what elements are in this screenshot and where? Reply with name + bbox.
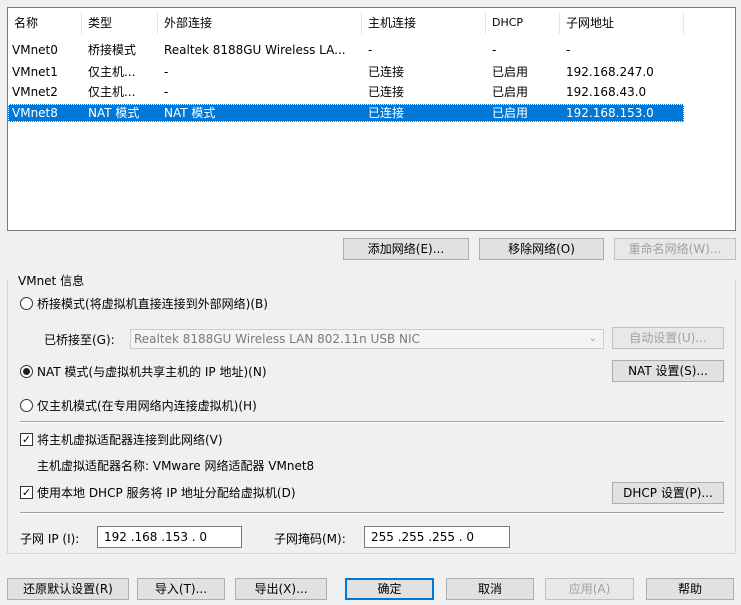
auto-settings-button[interactable]: 自动设置(U)... bbox=[612, 327, 724, 349]
cell-dhcp: 已启用 bbox=[492, 106, 529, 120]
cell-subnet: - bbox=[566, 43, 571, 57]
vmnet-info-title: VMnet 信息 bbox=[15, 272, 88, 289]
column-header-type[interactable]: 类型 bbox=[82, 12, 158, 34]
dhcp-label[interactable]: 使用本地 DHCP 服务将 IP 地址分配给虚拟机(D) bbox=[37, 484, 296, 501]
cell-external: - bbox=[164, 65, 169, 79]
cell-host: 已连接 bbox=[368, 65, 405, 79]
cell-type: NAT 模式 bbox=[88, 106, 140, 120]
chevron-down-icon: ⌄ bbox=[588, 333, 597, 344]
cell-type: 仅主机... bbox=[88, 65, 136, 79]
table-row-vmnet1[interactable]: VMnet1 仅主机... - 已连接 已启用 192.168.247.0 bbox=[8, 64, 684, 80]
host-only-label[interactable]: 仅主机模式(在专用网络内连接虚拟机)(H) bbox=[37, 397, 257, 414]
remove-network-button[interactable]: 移除网络(O) bbox=[479, 238, 604, 260]
column-header-host[interactable]: 主机连接 bbox=[362, 12, 486, 34]
cell-dhcp: 已启用 bbox=[492, 65, 529, 79]
column-header-external[interactable]: 外部连接 bbox=[158, 12, 362, 34]
table-row-vmnet8[interactable]: VMnet8 NAT 模式 NAT 模式 已连接 已启用 192.168.153… bbox=[8, 104, 684, 122]
bridged-to-label: 已桥接至(G): bbox=[44, 333, 115, 347]
cell-external: Realtek 8188GU Wireless LA... bbox=[164, 43, 346, 57]
nat-label[interactable]: NAT 模式(与虚拟机共享主机的 IP 地址)(N) bbox=[37, 363, 267, 380]
column-header-subnet[interactable]: 子网地址 bbox=[560, 12, 684, 34]
ok-button[interactable]: 确定 bbox=[345, 578, 434, 600]
connect-adapter-label[interactable]: 将主机虚拟适配器连接到此网络(V) bbox=[37, 431, 223, 448]
rename-network-button[interactable]: 重命名网络(W)... bbox=[614, 238, 736, 260]
cell-type: 仅主机... bbox=[88, 85, 136, 99]
cell-host: 已连接 bbox=[368, 106, 405, 120]
adapter-name-text: 主机虚拟适配器名称: VMware 网络适配器 VMnet8 bbox=[37, 459, 315, 473]
subnet-ip-field[interactable]: 192 .168 .153 . 0 bbox=[97, 526, 242, 548]
export-button[interactable]: 导出(X)... bbox=[235, 578, 327, 600]
table-row-vmnet0[interactable]: VMnet0 桥接模式 Realtek 8188GU Wireless LA..… bbox=[8, 42, 684, 58]
bridged-label[interactable]: 桥接模式(将虚拟机直接连接到外部网络)(B) bbox=[37, 295, 268, 312]
import-button[interactable]: 导入(T)... bbox=[137, 578, 225, 600]
cell-name: VMnet8 bbox=[12, 106, 58, 120]
nat-radio[interactable] bbox=[20, 365, 33, 378]
help-button[interactable]: 帮助 bbox=[646, 578, 734, 600]
connect-adapter-checkbox[interactable]: ✓ bbox=[20, 433, 33, 446]
bridged-to-select[interactable]: Realtek 8188GU Wireless LAN 802.11n USB … bbox=[130, 329, 604, 349]
cell-subnet: 192.168.153.0 bbox=[566, 106, 654, 120]
cell-name: VMnet0 bbox=[12, 43, 58, 57]
cell-subnet: 192.168.43.0 bbox=[566, 85, 647, 99]
network-table[interactable]: 名称 类型 外部连接 主机连接 DHCP 子网地址 VMnet0 桥接模式 Re… bbox=[7, 7, 736, 231]
dhcp-checkbox[interactable]: ✓ bbox=[20, 486, 33, 499]
column-header-name[interactable]: 名称 bbox=[8, 12, 82, 34]
host-only-radio[interactable] bbox=[20, 399, 33, 412]
table-row-vmnet2[interactable]: VMnet2 仅主机... - 已连接 已启用 192.168.43.0 bbox=[8, 84, 684, 100]
subnet-ip-label: 子网 IP (I): bbox=[20, 532, 80, 546]
bridged-to-value: Realtek 8188GU Wireless LAN 802.11n USB … bbox=[134, 332, 420, 346]
cell-type: 桥接模式 bbox=[88, 43, 137, 57]
bridged-radio[interactable] bbox=[20, 297, 33, 310]
cell-name: VMnet1 bbox=[12, 65, 58, 79]
restore-defaults-button[interactable]: 还原默认设置(R) bbox=[7, 578, 129, 600]
cell-host: - bbox=[368, 43, 373, 57]
divider bbox=[20, 512, 724, 514]
cell-subnet: 192.168.247.0 bbox=[566, 65, 654, 79]
cell-name: VMnet2 bbox=[12, 85, 58, 99]
dhcp-settings-button[interactable]: DHCP 设置(P)... bbox=[612, 482, 724, 504]
apply-button[interactable]: 应用(A) bbox=[545, 578, 634, 600]
cell-dhcp: - bbox=[492, 43, 497, 57]
subnet-mask-label: 子网掩码(M): bbox=[274, 532, 346, 546]
cancel-button[interactable]: 取消 bbox=[446, 578, 534, 600]
cell-host: 已连接 bbox=[368, 85, 405, 99]
divider bbox=[20, 421, 724, 423]
cell-external: NAT 模式 bbox=[164, 106, 216, 120]
nat-settings-button[interactable]: NAT 设置(S)... bbox=[612, 360, 724, 382]
subnet-mask-field[interactable]: 255 .255 .255 . 0 bbox=[364, 526, 510, 548]
cell-dhcp: 已启用 bbox=[492, 85, 529, 99]
add-network-button[interactable]: 添加网络(E)... bbox=[343, 238, 469, 260]
cell-external: - bbox=[164, 85, 169, 99]
column-header-dhcp[interactable]: DHCP bbox=[486, 12, 560, 34]
